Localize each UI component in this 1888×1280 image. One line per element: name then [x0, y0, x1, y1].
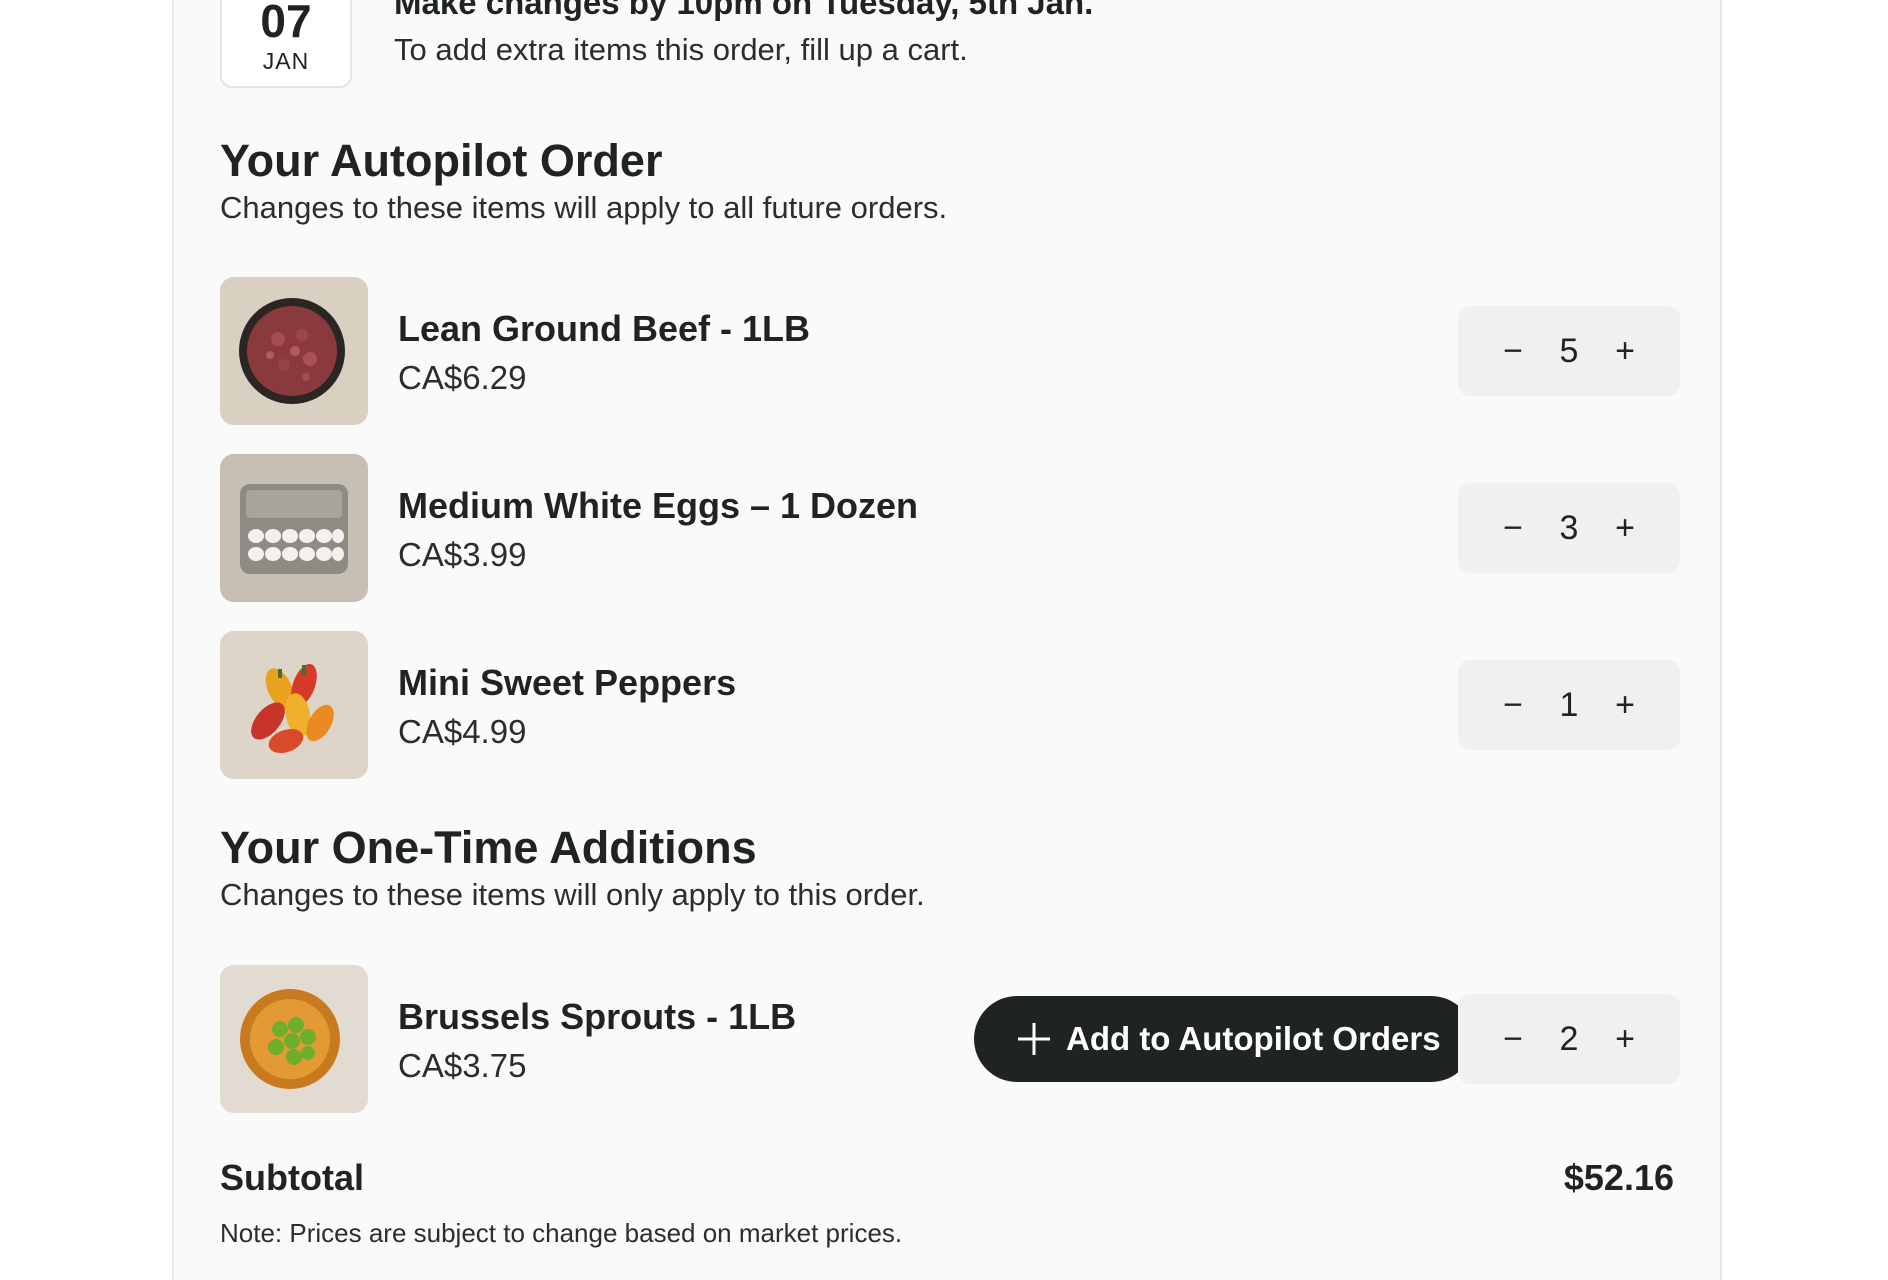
one-time-section-title: Your One-Time Additions	[220, 822, 757, 873]
add-to-autopilot-button[interactable]: Add to Autopilot Orders	[974, 996, 1474, 1082]
delivery-date-badge: 07 JAN	[220, 0, 352, 88]
item-name: Lean Ground Beef - 1LB	[398, 308, 811, 349]
increase-quantity-button[interactable]: +	[1588, 306, 1662, 396]
quantity-stepper: − 3 +	[1458, 483, 1680, 573]
order-panel: 07 JAN Make changes by 10pm on Tuesday, …	[172, 0, 1722, 1280]
one-time-section-subtitle: Changes to these items will only apply t…	[220, 877, 925, 912]
eggs-carton-image	[220, 454, 368, 602]
subtotal-value: $52.16	[1563, 1157, 1674, 1198]
autopilot-item: Lean Ground Beef - 1LB CA$6.29 − 5 +	[220, 277, 1680, 425]
one-time-item: Brussels Sprouts - 1LB CA$3.75 Add to Au…	[220, 965, 1680, 1113]
subtotal-label: Subtotal	[220, 1157, 364, 1198]
item-price: CA$3.75	[398, 1047, 527, 1084]
item-price: CA$4.99	[398, 713, 527, 750]
sweet-peppers-image	[220, 631, 368, 779]
item-name: Medium White Eggs – 1 Dozen	[398, 485, 919, 526]
delivery-month: JAN	[262, 48, 310, 74]
increase-quantity-button[interactable]: +	[1588, 483, 1662, 573]
deadline-subtitle: To add extra items this order, fill up a…	[394, 32, 968, 67]
plus-icon	[1018, 1023, 1050, 1055]
item-name: Brussels Sprouts - 1LB	[398, 996, 797, 1037]
deadline-title: Make changes by 10pm on Tuesday, 5th Jan…	[394, 0, 1094, 21]
item-price: CA$6.29	[398, 359, 527, 396]
quantity-stepper: − 5 +	[1458, 306, 1680, 396]
add-to-autopilot-label: Add to Autopilot Orders	[1066, 1020, 1441, 1057]
autopilot-item: Medium White Eggs – 1 Dozen CA$3.99 − 3 …	[220, 454, 1680, 602]
item-price: CA$3.99	[398, 536, 527, 573]
delivery-day: 07	[260, 0, 312, 47]
price-note: Note: Prices are subject to change based…	[220, 1218, 903, 1248]
autopilot-item: Mini Sweet Peppers CA$4.99 − 1 +	[220, 631, 1680, 779]
brussels-sprouts-image	[220, 965, 368, 1113]
quantity-stepper: − 1 +	[1458, 660, 1680, 750]
increase-quantity-button[interactable]: +	[1588, 994, 1662, 1084]
item-name: Mini Sweet Peppers	[398, 662, 737, 703]
quantity-stepper: − 2 +	[1458, 994, 1680, 1084]
autopilot-section-title: Your Autopilot Order	[220, 135, 663, 186]
ground-beef-image	[220, 277, 368, 425]
autopilot-section-subtitle: Changes to these items will apply to all…	[220, 190, 948, 225]
increase-quantity-button[interactable]: +	[1588, 660, 1662, 750]
